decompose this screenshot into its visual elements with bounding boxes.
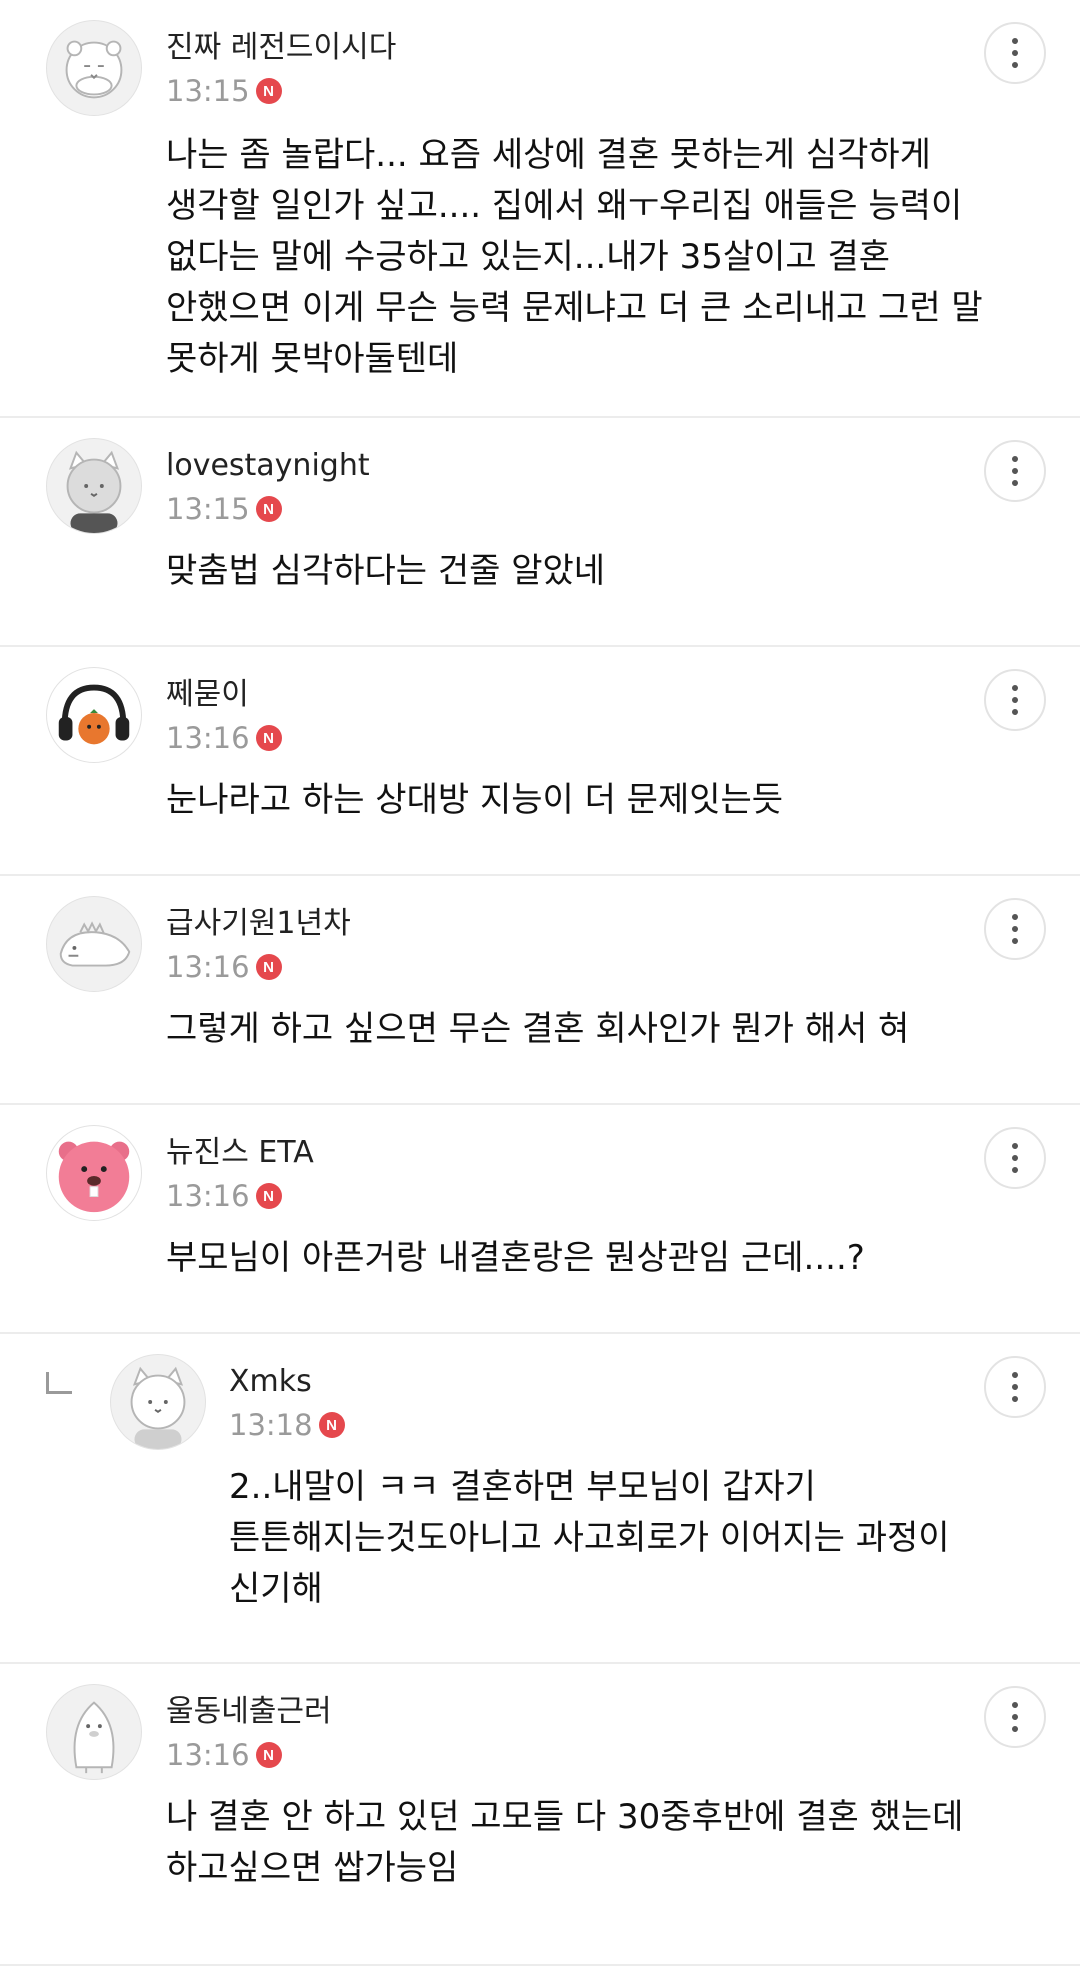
avatar[interactable] [46, 667, 142, 763]
pink-beaver-icon [58, 1141, 130, 1213]
more-options-button[interactable] [984, 22, 1046, 84]
new-badge: N [318, 1412, 345, 1438]
nickname[interactable]: 쩨묻이 [166, 675, 282, 715]
new-badge: N [255, 725, 282, 751]
cat-icon [66, 450, 122, 533]
time-row: 13:16 N [166, 1734, 332, 1776]
comment-meta: Xmks 13:18 N [229, 1362, 345, 1446]
nickname[interactable]: 뉴진스 ETA [166, 1133, 314, 1173]
more-options-button[interactable] [984, 898, 1046, 960]
comment-body: 맞춤법 심각하다는 건줄 알았네 [166, 551, 606, 591]
more-vertical-icon [1012, 38, 1018, 68]
nickname[interactable]: 울동네출근러 [166, 1692, 332, 1732]
avatar[interactable] [46, 1684, 142, 1780]
time-row: 13:15 N [166, 70, 396, 112]
comment-item: lovestaynight 13:15 N 맞춤법 심각하다는 건줄 알았네 [0, 418, 1080, 647]
comment-body: 나 결혼 안 하고 있던 고모들 다 30중후반에 결혼 했는데 하고싶으면 쌉… [166, 1797, 964, 1888]
new-badge: N [255, 1742, 282, 1768]
new-badge: N [255, 496, 282, 522]
more-options-button[interactable] [984, 1127, 1046, 1189]
cat-icon [130, 1366, 186, 1449]
more-options-button[interactable] [984, 1686, 1046, 1748]
timestamp: 13:15 [166, 492, 250, 526]
comment-item: 쩨묻이 13:16 N 눈나라고 하는 상대방 지능이 더 문제잇는듯 [0, 647, 1080, 876]
more-vertical-icon [1012, 1702, 1018, 1732]
more-vertical-icon [1012, 914, 1018, 944]
timestamp: 13:16 [166, 950, 250, 984]
comment-item: 울동네출근러 13:16 N 나 결혼 안 하고 있던 고모들 다 30중후반에… [0, 1664, 1080, 1966]
time-row: 13:16 N [166, 946, 351, 988]
comment-meta: 진짜 레전드이시다 13:15 N [166, 28, 396, 112]
more-vertical-icon [1012, 1372, 1018, 1402]
more-vertical-icon [1012, 1143, 1018, 1173]
time-row: 13:18 N [229, 1404, 345, 1446]
comment-meta: 급사기원1년차 13:16 N [166, 904, 351, 988]
time-row: 13:15 N [166, 488, 370, 530]
avatar[interactable] [46, 1125, 142, 1221]
comment-item: 진짜 레전드이시다 13:15 N 나는 좀 놀랍다... 요즘 세상에 결혼 … [0, 0, 1080, 418]
avatar[interactable] [46, 896, 142, 992]
comment-meta: lovestaynight 13:15 N [166, 446, 370, 530]
comment-body: 눈나라고 하는 상대방 지능이 더 문제잇는듯 [166, 780, 784, 820]
avatar[interactable] [110, 1354, 206, 1450]
timestamp: 13:16 [166, 1179, 250, 1213]
time-row: 13:16 N [166, 717, 282, 759]
penguin-icon [73, 1701, 115, 1774]
new-badge: N [255, 78, 282, 104]
comment-body: 2..내말이 ㅋㅋ 결혼하면 부모님이 갑자기 튼튼해지는것도아니고 사고회로가… [229, 1467, 950, 1609]
dinosaur-icon [59, 921, 131, 967]
more-options-button[interactable] [984, 440, 1046, 502]
headphone-character-icon [58, 684, 130, 745]
comment-meta: 울동네출근러 13:16 N [166, 1692, 332, 1776]
avatar[interactable] [46, 438, 142, 534]
timestamp: 13:15 [166, 74, 250, 108]
comment-meta: 뉴진스 ETA 13:16 N [166, 1133, 314, 1217]
comment-body: 그렇게 하고 싶으면 무슨 결혼 회사인가 뭔가 해서 혀 [166, 1009, 910, 1049]
new-badge: N [255, 954, 282, 980]
comment-body: 부모님이 아픈거랑 내결혼랑은 뭔상관임 근데....? [166, 1238, 865, 1278]
timestamp: 13:16 [166, 721, 250, 755]
comment-item: 뉴진스 ETA 13:16 N 부모님이 아픈거랑 내결혼랑은 뭔상관임 근데.… [0, 1105, 1080, 1334]
nickname[interactable]: 진짜 레전드이시다 [166, 28, 396, 68]
more-options-button[interactable] [984, 669, 1046, 731]
new-badge: N [255, 1183, 282, 1209]
more-vertical-icon [1012, 456, 1018, 486]
comment-body: 나는 좀 놀랍다... 요즘 세상에 결혼 못하는게 심각하게 생각할 일인가 … [166, 135, 983, 379]
hamster-icon [65, 40, 123, 99]
reply-item: Xmks 13:18 N 2..내말이 ㅋㅋ 결혼하면 부모님이 갑자기 튼튼해… [0, 1334, 1080, 1664]
reply-indicator-icon [46, 1372, 72, 1394]
nickname[interactable]: Xmks [229, 1362, 345, 1402]
more-options-button[interactable] [984, 1356, 1046, 1418]
time-row: 13:16 N [166, 1175, 314, 1217]
nickname[interactable]: 급사기원1년차 [166, 904, 351, 944]
avatar[interactable] [46, 20, 142, 116]
nickname[interactable]: lovestaynight [166, 446, 370, 486]
comment-item: 급사기원1년차 13:16 N 그렇게 하고 싶으면 무슨 결혼 회사인가 뭔가… [0, 876, 1080, 1105]
timestamp: 13:16 [166, 1738, 250, 1772]
comment-meta: 쩨묻이 13:16 N [166, 675, 282, 759]
timestamp: 13:18 [229, 1408, 313, 1442]
more-vertical-icon [1012, 685, 1018, 715]
